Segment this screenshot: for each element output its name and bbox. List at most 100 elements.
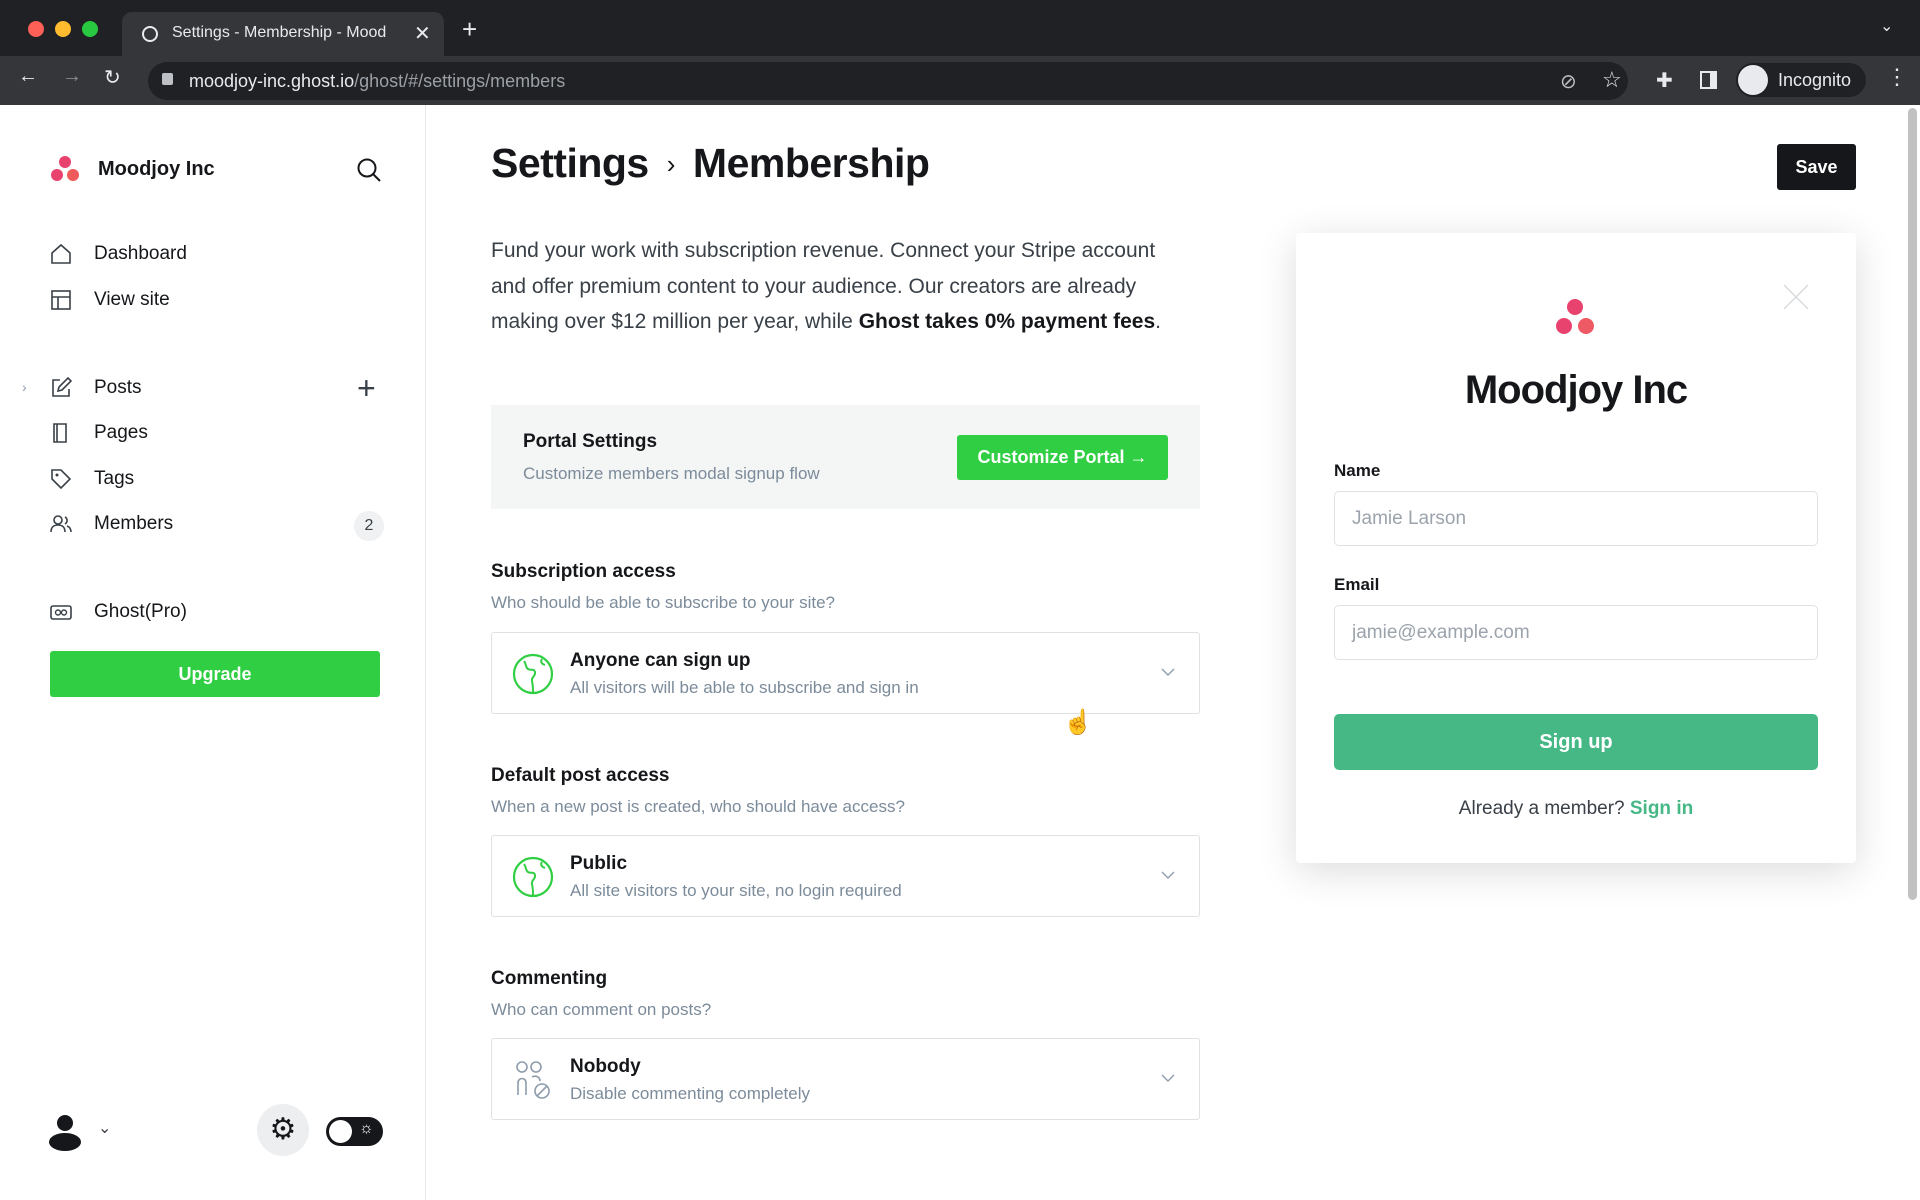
star-icon[interactable]: ☆ xyxy=(1602,67,1622,93)
default-post-access-select[interactable]: Public All site visitors to your site, n… xyxy=(491,835,1200,917)
menu-icon[interactable]: ⋮ xyxy=(1886,64,1908,90)
intro-end: . xyxy=(1155,310,1161,333)
tab-title: Settings - Membership - Mood xyxy=(172,24,387,41)
page-icon xyxy=(53,423,67,443)
intro-text: Fund your work with subscription revenue… xyxy=(491,233,1191,340)
dark-mode-toggle[interactable]: ☼ xyxy=(326,1117,383,1146)
maximize-window-button[interactable] xyxy=(82,21,98,37)
section-subtitle: Who should be able to subscribe to your … xyxy=(491,593,835,612)
url-host: moodjoy-inc.ghost.io xyxy=(189,71,355,91)
select-description: Disable commenting completely xyxy=(570,1084,810,1103)
scrollbar[interactable] xyxy=(1908,108,1917,900)
preview-site-name: Moodjoy Inc xyxy=(1464,368,1688,412)
new-tab-icon[interactable]: + xyxy=(462,14,477,45)
address-bar[interactable]: moodjoy-inc.ghost.io/ghost/#/settings/me… xyxy=(148,62,1628,100)
globe-icon xyxy=(512,653,554,695)
sidebar-item-tags[interactable]: Tags xyxy=(50,468,134,490)
save-button[interactable]: Save xyxy=(1777,144,1856,190)
user-menu-chevron-icon[interactable]: ⌄ xyxy=(98,1118,111,1138)
already-member-text: Already a member? xyxy=(1458,798,1625,819)
extensions-icon[interactable]: ✚ xyxy=(1656,68,1673,93)
tag-icon xyxy=(51,469,72,490)
avatar[interactable] xyxy=(42,1108,88,1154)
portal-settings-card: Portal Settings Customize members modal … xyxy=(491,405,1200,509)
sidebar-item-label: Posts xyxy=(94,377,142,398)
section-title: Default post access xyxy=(491,765,670,786)
layout-icon xyxy=(51,290,71,310)
globe-icon xyxy=(512,856,554,898)
add-post-icon[interactable]: + xyxy=(357,370,376,407)
search-icon[interactable] xyxy=(356,157,382,183)
posts-expand-chevron-icon[interactable]: › xyxy=(22,379,27,395)
members-icon xyxy=(50,515,72,533)
browser-tab[interactable]: Settings - Membership - Mood ✕ xyxy=(122,12,444,56)
minimize-window-button[interactable] xyxy=(55,21,71,37)
sidebar-item-ghost-pro[interactable]: Ghost(Pro) xyxy=(50,601,187,623)
sidebar-item-label: Members xyxy=(94,513,174,534)
sidebar-item-pages[interactable]: Pages xyxy=(50,422,148,444)
sidebar-item-label: Ghost(Pro) xyxy=(94,601,187,622)
upgrade-button[interactable]: Upgrade xyxy=(50,651,380,697)
name-label: Name xyxy=(1334,461,1381,480)
sidebar-item-label: Dashboard xyxy=(94,243,187,264)
pencil-icon xyxy=(52,377,72,397)
preview-site-logo xyxy=(1556,299,1594,334)
sun-icon: ☼ xyxy=(359,1120,374,1137)
chevron-down-icon xyxy=(1161,1074,1175,1082)
select-value: Public xyxy=(570,853,628,874)
section-subtitle: Who can comment on posts? xyxy=(491,1000,712,1019)
page-title: Settings › Membership xyxy=(491,140,930,187)
chevron-down-icon xyxy=(1161,871,1175,879)
portal-title: Portal Settings xyxy=(523,431,658,452)
url-path: /ghost/#/settings/members xyxy=(354,71,566,91)
section-title: Subscription access xyxy=(491,561,676,582)
loading-icon xyxy=(142,26,158,42)
sidebar-item-label: View site xyxy=(94,289,170,310)
eye-off-icon[interactable]: ⊘ xyxy=(1560,69,1577,94)
sidebar-item-label: Pages xyxy=(94,422,148,443)
subscription-access-select[interactable]: Anyone can sign up All visitors will be … xyxy=(491,632,1200,714)
email-input[interactable]: jamie@example.com xyxy=(1334,605,1818,660)
home-icon xyxy=(51,243,71,264)
close-icon[interactable] xyxy=(1782,283,1810,311)
signin-link[interactable]: Sign in xyxy=(1630,798,1693,819)
toggle-knob xyxy=(329,1120,352,1143)
incognito-icon xyxy=(1738,65,1768,95)
site-name: Moodjoy Inc xyxy=(98,158,215,180)
close-window-button[interactable] xyxy=(28,21,44,37)
intro-bold: Ghost takes 0% payment fees xyxy=(858,310,1156,333)
name-input[interactable]: Jamie Larson xyxy=(1334,491,1818,546)
portal-subtitle: Customize members modal signup flow xyxy=(523,464,820,483)
back-icon[interactable]: ← xyxy=(18,65,38,88)
sidebar-item-members[interactable]: Members xyxy=(50,513,173,535)
reload-icon[interactable]: ↻ xyxy=(104,65,121,90)
email-placeholder: jamie@example.com xyxy=(1352,621,1530,643)
select-value: Nobody xyxy=(570,1056,641,1077)
forward-icon[interactable]: → xyxy=(62,65,82,88)
browser-tab-bar: Settings - Membership - Mood ✕ + ⌄ xyxy=(0,0,1920,56)
settings-gear-icon[interactable]: ⚙ xyxy=(257,1104,309,1156)
sidebar-item-dashboard[interactable]: Dashboard xyxy=(50,243,187,265)
select-value: Anyone can sign up xyxy=(570,650,751,671)
signup-button[interactable]: Sign up xyxy=(1334,714,1818,770)
side-panel-icon[interactable] xyxy=(1700,71,1717,89)
sidebar-item-posts[interactable]: Posts xyxy=(50,377,142,399)
lock-icon xyxy=(162,73,173,85)
select-description: All visitors will be able to subscribe a… xyxy=(570,678,919,697)
customize-portal-button[interactable]: Customize Portal → xyxy=(957,435,1168,480)
sidebar-item-label: Tags xyxy=(94,468,135,489)
close-tab-icon[interactable]: ✕ xyxy=(414,21,431,46)
select-description: All site visitors to your site, no login… xyxy=(570,881,902,900)
tab-search-chevron-icon[interactable]: ⌄ xyxy=(1880,16,1893,36)
breadcrumb-settings[interactable]: Settings xyxy=(491,140,649,186)
commenting-select[interactable]: Nobody Disable commenting completely xyxy=(491,1038,1200,1120)
sidebar-item-view-site[interactable]: View site xyxy=(50,289,170,311)
incognito-profile-button[interactable]: Incognito xyxy=(1736,63,1866,97)
ghost-pro-icon xyxy=(50,605,72,620)
cursor-hand-icon: ☝ xyxy=(1063,709,1093,736)
members-count-badge: 2 xyxy=(354,511,384,541)
breadcrumb-chevron-icon: › xyxy=(666,149,676,179)
site-logo xyxy=(51,156,79,181)
name-placeholder: Jamie Larson xyxy=(1352,507,1467,529)
section-title: Commenting xyxy=(491,968,608,989)
